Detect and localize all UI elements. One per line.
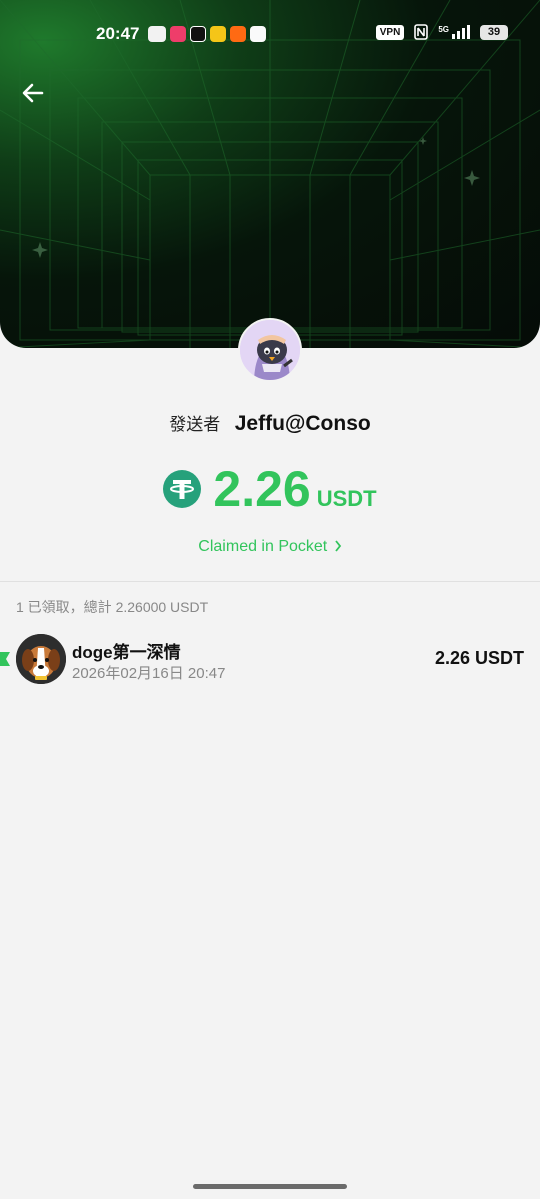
sender-label: 發送者 [169,415,221,434]
app-notification-icon [210,26,226,42]
app-notification-icon [230,26,246,42]
app-notification-icon [148,26,166,42]
penguin-avatar-icon [240,320,300,380]
usdt-icon [163,470,202,508]
chevron-right-icon [335,540,341,552]
claim-summary: 1 已領取，總計 2.26000 USDT [16,599,209,615]
claimer-name: doge第一深情 [72,643,181,662]
claim-row[interactable]: doge第一深情 2026年02月16日 20:47 2.26 USDT [0,630,540,688]
app-notification-icon [250,26,266,42]
claimed-link-label: Claimed in Pocket [198,538,328,555]
packet-currency: USDT [316,486,377,511]
app-notification-icon [170,26,186,42]
sender-name: Jeffu@Conso [234,412,371,435]
packet-amount: 2.26 [213,461,311,517]
signal-icon: 5G [438,25,470,39]
sender-avatar [238,318,302,382]
status-bar: 20:47 VPN 5G 39 [0,0,540,68]
vpn-icon: VPN [375,24,405,40]
claimer-avatar [16,634,66,684]
best-luck-marker [0,652,10,666]
sender-line: 發送者 Jeffu@Conso [0,410,540,436]
claim-time: 2026年02月16日 20:47 [72,665,226,682]
tiktok-icon [190,26,206,42]
battery-icon: 39 [480,24,508,40]
notification-icons [148,26,266,42]
home-indicator[interactable] [193,1184,347,1189]
claim-amount: 2.26 USDT [434,648,524,668]
network-type: 5G [438,25,449,34]
arrow-left-icon[interactable] [18,78,48,108]
dog-avatar-icon [16,634,66,684]
system-indicators: VPN 5G 39 [375,24,508,40]
divider [0,581,540,582]
nfc-icon [414,24,429,40]
claimed-in-pocket-link[interactable]: Claimed in Pocket [0,538,540,556]
amount-row: 2.26 USDT [0,462,540,516]
status-time: 20:47 [96,24,140,43]
